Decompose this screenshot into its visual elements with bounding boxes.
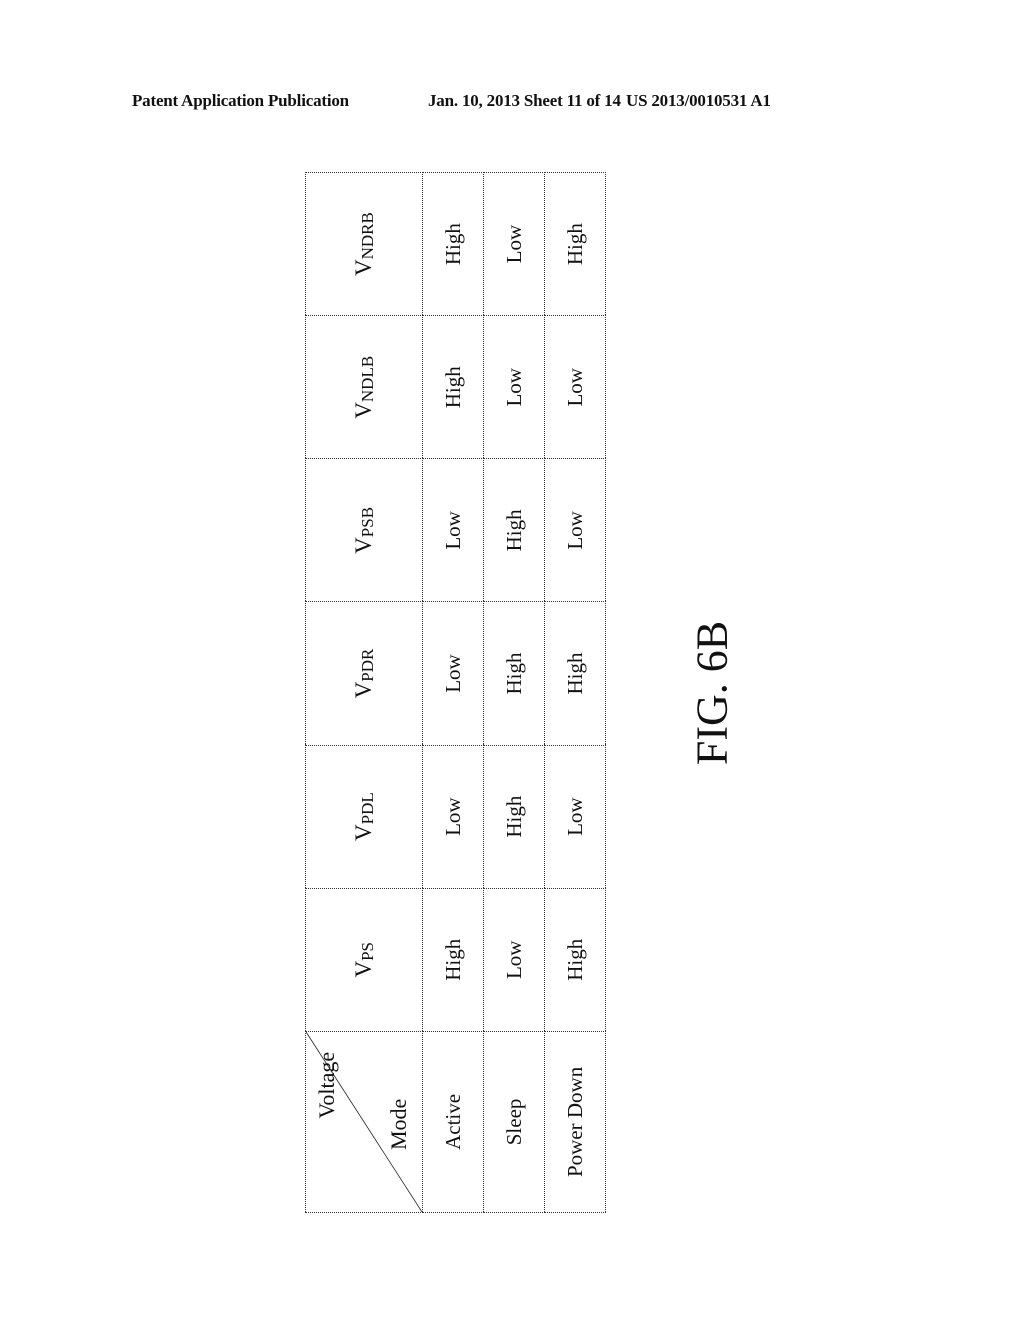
publication-type: Patent Application Publication xyxy=(132,91,349,110)
column-header: VNDLB xyxy=(305,315,423,459)
corner-cell: Voltage Mode xyxy=(305,1031,423,1213)
row-mode-label: Sleep xyxy=(483,1031,545,1213)
table-cell: High xyxy=(483,458,545,602)
table-row: Active High Low Low Low High High xyxy=(422,172,484,1213)
table-cell: High xyxy=(422,315,484,459)
table-cell: High xyxy=(422,172,484,316)
table-cell: High xyxy=(483,601,545,746)
corner-voltage-label: Voltage xyxy=(314,1051,339,1119)
column-header: VPDL xyxy=(305,745,423,889)
corner-mode-label: Mode xyxy=(386,1098,411,1150)
table-cell: Low xyxy=(422,745,484,889)
column-header: VPSB xyxy=(305,458,423,602)
table-cell: Low xyxy=(422,458,484,602)
table-cell: Low xyxy=(544,458,606,602)
figure-label: FIG. 6B xyxy=(687,620,737,766)
table-cell: Low xyxy=(483,172,545,316)
row-mode-label: Power Down xyxy=(544,1031,606,1213)
table-cell: High xyxy=(544,888,606,1032)
table-cell: High xyxy=(544,601,606,746)
table-row: Power Down High Low High Low Low High xyxy=(544,172,606,1213)
date-and-sheet: Jan. 10, 2013 Sheet 11 of 14 xyxy=(428,91,621,110)
table-cell: Low xyxy=(483,315,545,459)
column-header: VPDR xyxy=(305,601,423,746)
column-header: VNDRB xyxy=(305,172,423,316)
table-cell: Low xyxy=(422,601,484,746)
column-header: VPS xyxy=(305,888,423,1032)
table-header-row: Voltage Mode VPS VPDL VPDR VPSB VNDLB VN… xyxy=(305,172,423,1213)
table-cell: High xyxy=(483,745,545,889)
table-cell: High xyxy=(544,172,606,316)
voltage-mode-table-rotated: Voltage Mode VPS VPDL VPDR VPSB VNDLB VN… xyxy=(305,172,606,1213)
table-cell: Low xyxy=(544,745,606,889)
table-row: Sleep Low High High High Low Low xyxy=(483,172,545,1213)
table-cell: Low xyxy=(544,315,606,459)
table-cell: Low xyxy=(483,888,545,1032)
patent-number: US 2013/0010531 A1 xyxy=(626,91,771,110)
row-mode-label: Active xyxy=(422,1031,484,1213)
voltage-mode-table: Voltage Mode VPS VPDL VPDR VPSB VNDLB VN… xyxy=(305,172,606,1213)
table-cell: High xyxy=(422,888,484,1032)
